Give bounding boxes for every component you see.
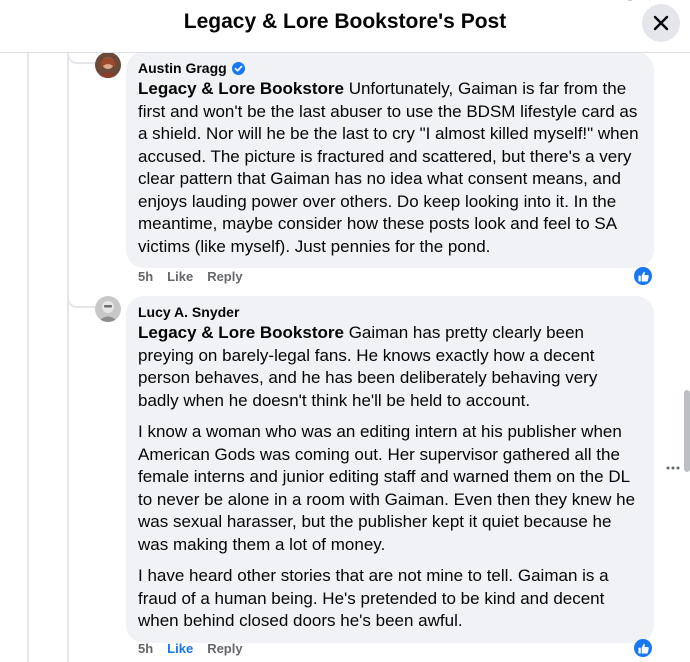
avatar[interactable] [95,296,121,322]
comment-bubble: Austin Gragg Legacy & Lore Bookstore Unf… [126,52,654,268]
more-dots-icon [666,466,680,470]
reply-connector [67,294,95,308]
thread-line [67,52,69,662]
reply-button[interactable]: Reply [207,269,242,284]
comment-body: Unfortunately, Gaiman is far from the fi… [138,79,639,256]
reaction-summary[interactable] [634,639,652,657]
comment-text: Legacy & Lore Bookstore Unfortunately, G… [138,78,642,258]
post-dialog-header: Legacy & Lore Bookstore's Post [0,0,690,53]
thumbs-up-icon [637,643,649,654]
close-icon [653,15,669,31]
reply-button[interactable]: Reply [207,641,242,656]
comment-author[interactable]: Lucy A. Snyder [138,304,239,320]
comment-paragraph: I have heard other stories that are not … [138,566,609,630]
thumbs-up-icon [637,271,649,282]
like-button[interactable]: Like [167,269,193,284]
comment-actions: 5h Like Reply [138,641,243,656]
thread-line [27,52,29,662]
close-button[interactable] [642,4,680,42]
comment-actions: 5h Like Reply [138,269,243,284]
avatar[interactable] [95,52,121,78]
comment-author[interactable]: Austin Gragg [138,60,227,76]
reaction-summary[interactable] [634,267,652,285]
like-button[interactable]: Like [167,641,193,656]
verified-badge-icon [231,61,245,75]
mention-tag[interactable]: Legacy & Lore Bookstore [138,323,344,342]
dialog-title: Legacy & Lore Bookstore's Post [183,10,507,33]
comment-bubble: Lucy A. Snyder Legacy & Lore Bookstore G… [126,296,654,643]
comment-text: Legacy & Lore Bookstore Gaiman has prett… [138,322,642,412]
comment-timestamp[interactable]: 5h [138,269,153,284]
scrollbar-thumb[interactable] [684,390,690,472]
comment-timestamp[interactable]: 5h [138,641,153,656]
comment-paragraph: I know a woman who was an editing intern… [138,422,636,554]
mention-tag[interactable]: Legacy & Lore Bookstore [138,79,344,98]
more-options-button[interactable] [666,457,680,473]
